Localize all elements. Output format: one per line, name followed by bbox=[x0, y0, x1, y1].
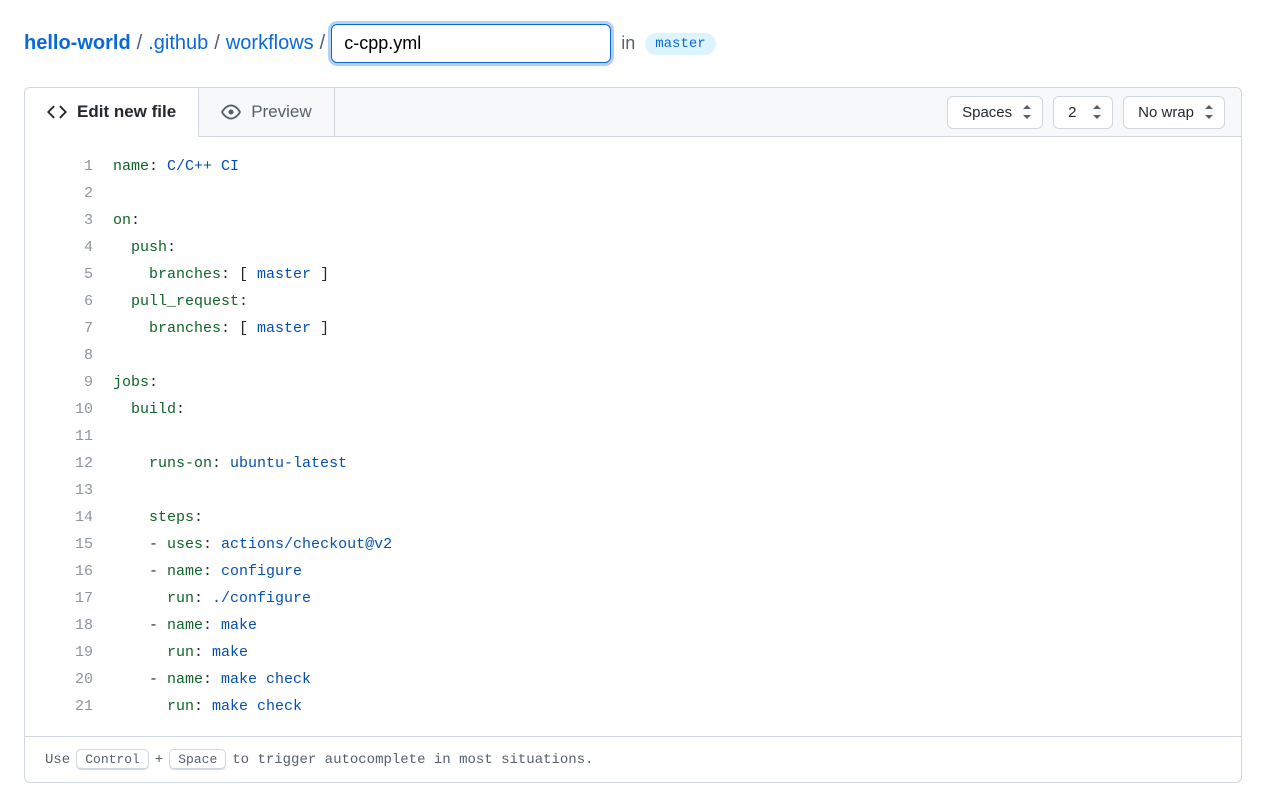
path-segment-github[interactable]: .github bbox=[148, 32, 208, 55]
filename-input[interactable] bbox=[331, 24, 611, 63]
code-content[interactable]: name: C/C++ CI on: push: branches: [ mas… bbox=[113, 153, 1241, 720]
line-number: 6 bbox=[25, 288, 93, 315]
line-number: 12 bbox=[25, 450, 93, 477]
path-separator: / bbox=[137, 32, 143, 55]
eye-icon bbox=[221, 102, 241, 122]
code-icon bbox=[47, 102, 67, 122]
code-line[interactable]: run: make bbox=[113, 639, 1241, 666]
path-separator: / bbox=[214, 32, 220, 55]
line-number: 11 bbox=[25, 423, 93, 450]
kbd-control: Control bbox=[76, 749, 149, 770]
line-number: 3 bbox=[25, 207, 93, 234]
repo-link[interactable]: hello-world bbox=[24, 32, 131, 55]
breadcrumb: hello-world / .github / workflows / in m… bbox=[24, 0, 1242, 87]
code-line[interactable]: run: ./configure bbox=[113, 585, 1241, 612]
line-number: 18 bbox=[25, 612, 93, 639]
line-number: 15 bbox=[25, 531, 93, 558]
code-line[interactable]: - name: make bbox=[113, 612, 1241, 639]
code-line[interactable]: build: bbox=[113, 396, 1241, 423]
wrap-mode-select[interactable]: No wrap bbox=[1123, 96, 1225, 129]
line-number: 14 bbox=[25, 504, 93, 531]
code-line[interactable]: branches: [ master ] bbox=[113, 261, 1241, 288]
hint-post: to trigger autocomplete in most situatio… bbox=[232, 752, 593, 768]
path-separator: / bbox=[320, 32, 326, 55]
code-line[interactable]: on: bbox=[113, 207, 1241, 234]
updown-icon bbox=[1022, 105, 1032, 119]
code-line[interactable] bbox=[113, 180, 1241, 207]
line-number: 21 bbox=[25, 693, 93, 720]
hint-plus: + bbox=[155, 752, 163, 768]
line-number: 13 bbox=[25, 477, 93, 504]
autocomplete-hint: Use Control + Space to trigger autocompl… bbox=[25, 736, 1241, 782]
line-number: 8 bbox=[25, 342, 93, 369]
indent-mode-value: Spaces bbox=[962, 104, 1012, 121]
code-line[interactable]: pull_request: bbox=[113, 288, 1241, 315]
code-line[interactable]: branches: [ master ] bbox=[113, 315, 1241, 342]
line-number: 9 bbox=[25, 369, 93, 396]
line-number: 7 bbox=[25, 315, 93, 342]
line-number: 20 bbox=[25, 666, 93, 693]
line-number: 5 bbox=[25, 261, 93, 288]
indent-size-select[interactable]: 2 bbox=[1053, 96, 1113, 129]
indent-size-value: 2 bbox=[1068, 104, 1076, 121]
indent-mode-select[interactable]: Spaces bbox=[947, 96, 1043, 129]
updown-icon bbox=[1204, 105, 1214, 119]
code-line[interactable]: push: bbox=[113, 234, 1241, 261]
line-number: 17 bbox=[25, 585, 93, 612]
tab-edit[interactable]: Edit new file bbox=[25, 88, 199, 137]
line-number: 2 bbox=[25, 180, 93, 207]
kbd-space: Space bbox=[169, 749, 226, 770]
line-number: 16 bbox=[25, 558, 93, 585]
branch-badge: master bbox=[645, 33, 715, 55]
code-line[interactable]: name: C/C++ CI bbox=[113, 153, 1241, 180]
line-number: 1 bbox=[25, 153, 93, 180]
code-line[interactable] bbox=[113, 342, 1241, 369]
code-line[interactable]: - name: configure bbox=[113, 558, 1241, 585]
tab-edit-label: Edit new file bbox=[77, 102, 176, 122]
path-segment-workflows[interactable]: workflows bbox=[226, 32, 314, 55]
code-editor[interactable]: 123456789101112131415161718192021 name: … bbox=[25, 137, 1241, 736]
line-number: 4 bbox=[25, 234, 93, 261]
code-line[interactable] bbox=[113, 477, 1241, 504]
line-number: 19 bbox=[25, 639, 93, 666]
tab-preview-label: Preview bbox=[251, 102, 311, 122]
updown-icon bbox=[1092, 105, 1102, 119]
editor-box: Edit new file Preview Spaces 2 bbox=[24, 87, 1242, 783]
wrap-mode-value: No wrap bbox=[1138, 104, 1194, 121]
code-line[interactable]: - name: make check bbox=[113, 666, 1241, 693]
code-line[interactable]: jobs: bbox=[113, 369, 1241, 396]
hint-pre: Use bbox=[45, 752, 70, 768]
tab-preview[interactable]: Preview bbox=[199, 88, 334, 136]
code-line[interactable]: runs-on: ubuntu-latest bbox=[113, 450, 1241, 477]
editor-settings: Spaces 2 No wrap bbox=[931, 96, 1241, 129]
code-line[interactable] bbox=[113, 423, 1241, 450]
code-line[interactable]: steps: bbox=[113, 504, 1241, 531]
line-number: 10 bbox=[25, 396, 93, 423]
code-line[interactable]: run: make check bbox=[113, 693, 1241, 720]
code-line[interactable]: - uses: actions/checkout@v2 bbox=[113, 531, 1241, 558]
tab-bar: Edit new file Preview Spaces 2 bbox=[25, 88, 1241, 137]
line-gutter: 123456789101112131415161718192021 bbox=[25, 153, 113, 720]
in-label: in bbox=[621, 33, 635, 54]
